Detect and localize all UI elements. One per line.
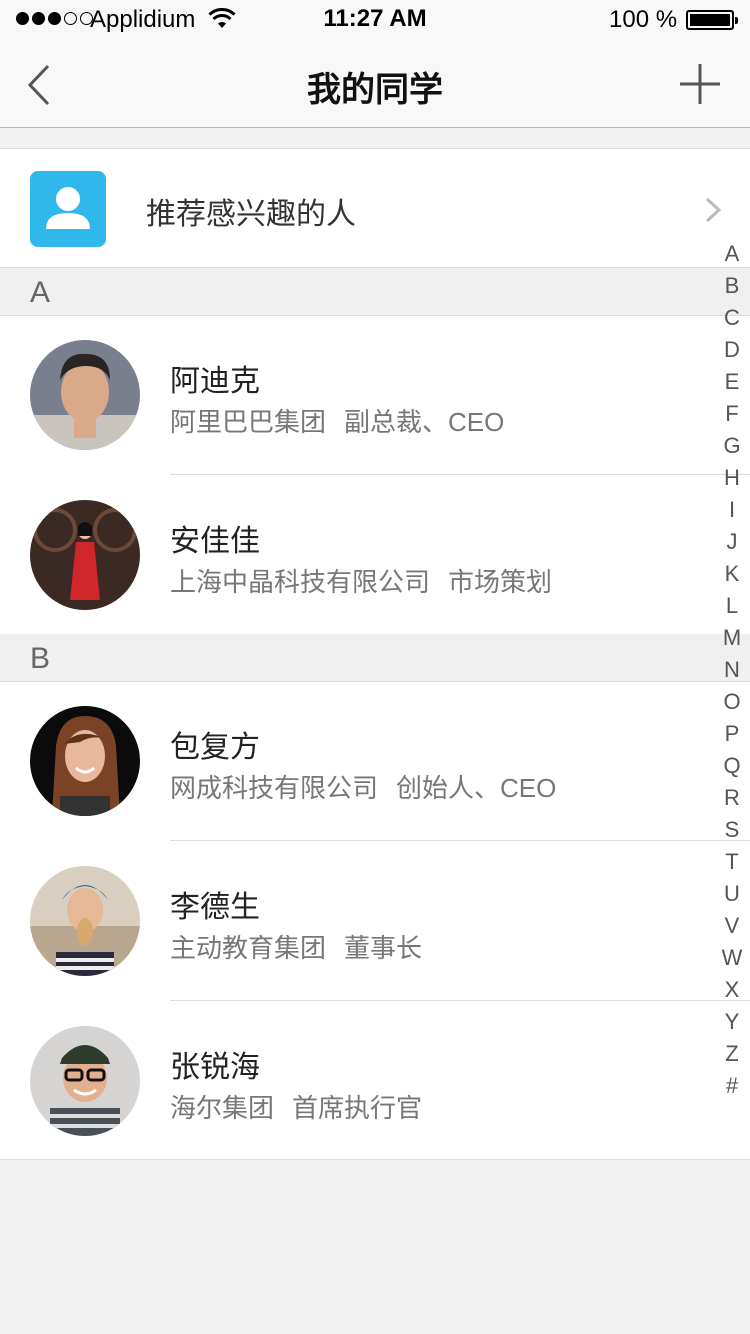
contact-row[interactable]: 包复方 网成科技有限公司 创始人、CEO bbox=[0, 682, 750, 842]
index-letter[interactable]: C bbox=[716, 302, 748, 334]
contact-company: 主动教育集团 bbox=[170, 933, 327, 963]
add-plus-icon[interactable] bbox=[678, 62, 722, 106]
index-letter[interactable]: S bbox=[716, 814, 748, 846]
index-letter[interactable]: A bbox=[716, 238, 748, 270]
person-icon bbox=[30, 171, 106, 247]
avatar bbox=[30, 1026, 140, 1136]
page-title: 我的同学 bbox=[307, 71, 443, 109]
contact-row[interactable]: 安佳佳 上海中晶科技有限公司 市场策划 bbox=[0, 476, 750, 636]
contact-company: 海尔集团 bbox=[170, 1093, 275, 1123]
contact-row[interactable]: 阿迪克 阿里巴巴集团 副总裁、CEO bbox=[0, 316, 750, 476]
contact-title: 董事长 bbox=[344, 933, 423, 963]
index-letter[interactable]: L bbox=[716, 590, 748, 622]
index-letter[interactable]: G bbox=[716, 430, 748, 462]
chevron-right-icon bbox=[705, 197, 722, 223]
index-letter[interactable]: Z bbox=[716, 1038, 748, 1070]
index-letter[interactable]: # bbox=[716, 1070, 748, 1102]
index-letter[interactable]: T bbox=[716, 846, 748, 878]
section-letter: B bbox=[30, 642, 51, 675]
battery-icon bbox=[686, 10, 738, 30]
index-letter[interactable]: B bbox=[716, 270, 748, 302]
contact-name: 包复方 bbox=[170, 731, 260, 764]
index-letter[interactable]: Y bbox=[716, 1006, 748, 1038]
screen: Applidium 11:27 AM 100 % 我的同学 推荐感兴趣的人 A … bbox=[0, 0, 750, 1334]
contact-company: 阿里巴巴集团 bbox=[170, 407, 327, 437]
index-letter[interactable]: M bbox=[716, 622, 748, 654]
section-letter: A bbox=[30, 276, 51, 309]
contact-name: 张锐海 bbox=[170, 1051, 260, 1084]
index-letter[interactable]: E bbox=[716, 366, 748, 398]
battery-percentage: 100 % bbox=[609, 6, 678, 33]
index-letter[interactable]: H bbox=[716, 462, 748, 494]
contact-list-a: 阿迪克 阿里巴巴集团 副总裁、CEO 安佳佳 上海中晶科技有限公司 市场策划 bbox=[0, 316, 750, 634]
contact-title: 副总裁、CEO bbox=[344, 407, 505, 437]
contact-company: 网成科技有限公司 bbox=[170, 773, 379, 803]
section-header-a: A bbox=[0, 268, 750, 316]
alphabet-index[interactable]: A B C D E F G H I J K L M N O P Q R S T U V W X Y Z # bbox=[716, 238, 748, 1102]
navigation-bar: 我的同学 bbox=[0, 40, 750, 128]
index-letter[interactable]: D bbox=[716, 334, 748, 366]
contact-row[interactable]: 李德生 主动教育集团 董事长 bbox=[0, 842, 750, 1002]
avatar bbox=[30, 500, 140, 610]
contact-name: 安佳佳 bbox=[170, 525, 260, 558]
index-letter[interactable]: J bbox=[716, 526, 748, 558]
row-divider bbox=[170, 1000, 750, 1001]
contact-name: 李德生 bbox=[170, 891, 260, 924]
index-letter[interactable]: I bbox=[716, 494, 748, 526]
row-divider bbox=[170, 474, 750, 475]
index-letter[interactable]: W bbox=[716, 942, 748, 974]
avatar bbox=[30, 340, 140, 450]
avatar bbox=[30, 706, 140, 816]
recommend-people-row[interactable]: 推荐感兴趣的人 bbox=[0, 148, 750, 268]
contact-company: 上海中晶科技有限公司 bbox=[170, 567, 431, 597]
contact-info: 海尔集团 首席执行官 bbox=[170, 1088, 422, 1125]
index-letter[interactable]: R bbox=[716, 782, 748, 814]
section-header-b: B bbox=[0, 634, 750, 682]
index-letter[interactable]: K bbox=[716, 558, 748, 590]
index-letter[interactable]: F bbox=[716, 398, 748, 430]
index-letter[interactable]: P bbox=[716, 718, 748, 750]
contact-title: 市场策划 bbox=[448, 567, 553, 597]
index-letter[interactable]: Q bbox=[716, 750, 748, 782]
index-letter[interactable]: O bbox=[716, 686, 748, 718]
contact-row[interactable]: 张锐海 海尔集团 首席执行官 bbox=[0, 1002, 750, 1162]
avatar bbox=[30, 866, 140, 976]
index-letter[interactable]: X bbox=[716, 974, 748, 1006]
row-divider bbox=[170, 840, 750, 841]
index-letter[interactable]: N bbox=[716, 654, 748, 686]
contact-info: 阿里巴巴集团 副总裁、CEO bbox=[170, 402, 504, 439]
recommend-label: 推荐感兴趣的人 bbox=[146, 198, 356, 231]
contact-info: 网成科技有限公司 创始人、CEO bbox=[170, 768, 556, 805]
contact-title: 创始人、CEO bbox=[396, 773, 557, 803]
contact-list-b: 包复方 网成科技有限公司 创始人、CEO 李德生 主动教育集团 董事长 张锐海 … bbox=[0, 682, 750, 1160]
index-letter[interactable]: V bbox=[716, 910, 748, 942]
contact-info: 上海中晶科技有限公司 市场策划 bbox=[170, 562, 552, 599]
index-letter[interactable]: U bbox=[716, 878, 748, 910]
contact-info: 主动教育集团 董事长 bbox=[170, 928, 422, 965]
contact-title: 首席执行官 bbox=[292, 1093, 423, 1123]
status-bar: Applidium 11:27 AM 100 % bbox=[0, 0, 750, 40]
contact-name: 阿迪克 bbox=[170, 365, 260, 398]
